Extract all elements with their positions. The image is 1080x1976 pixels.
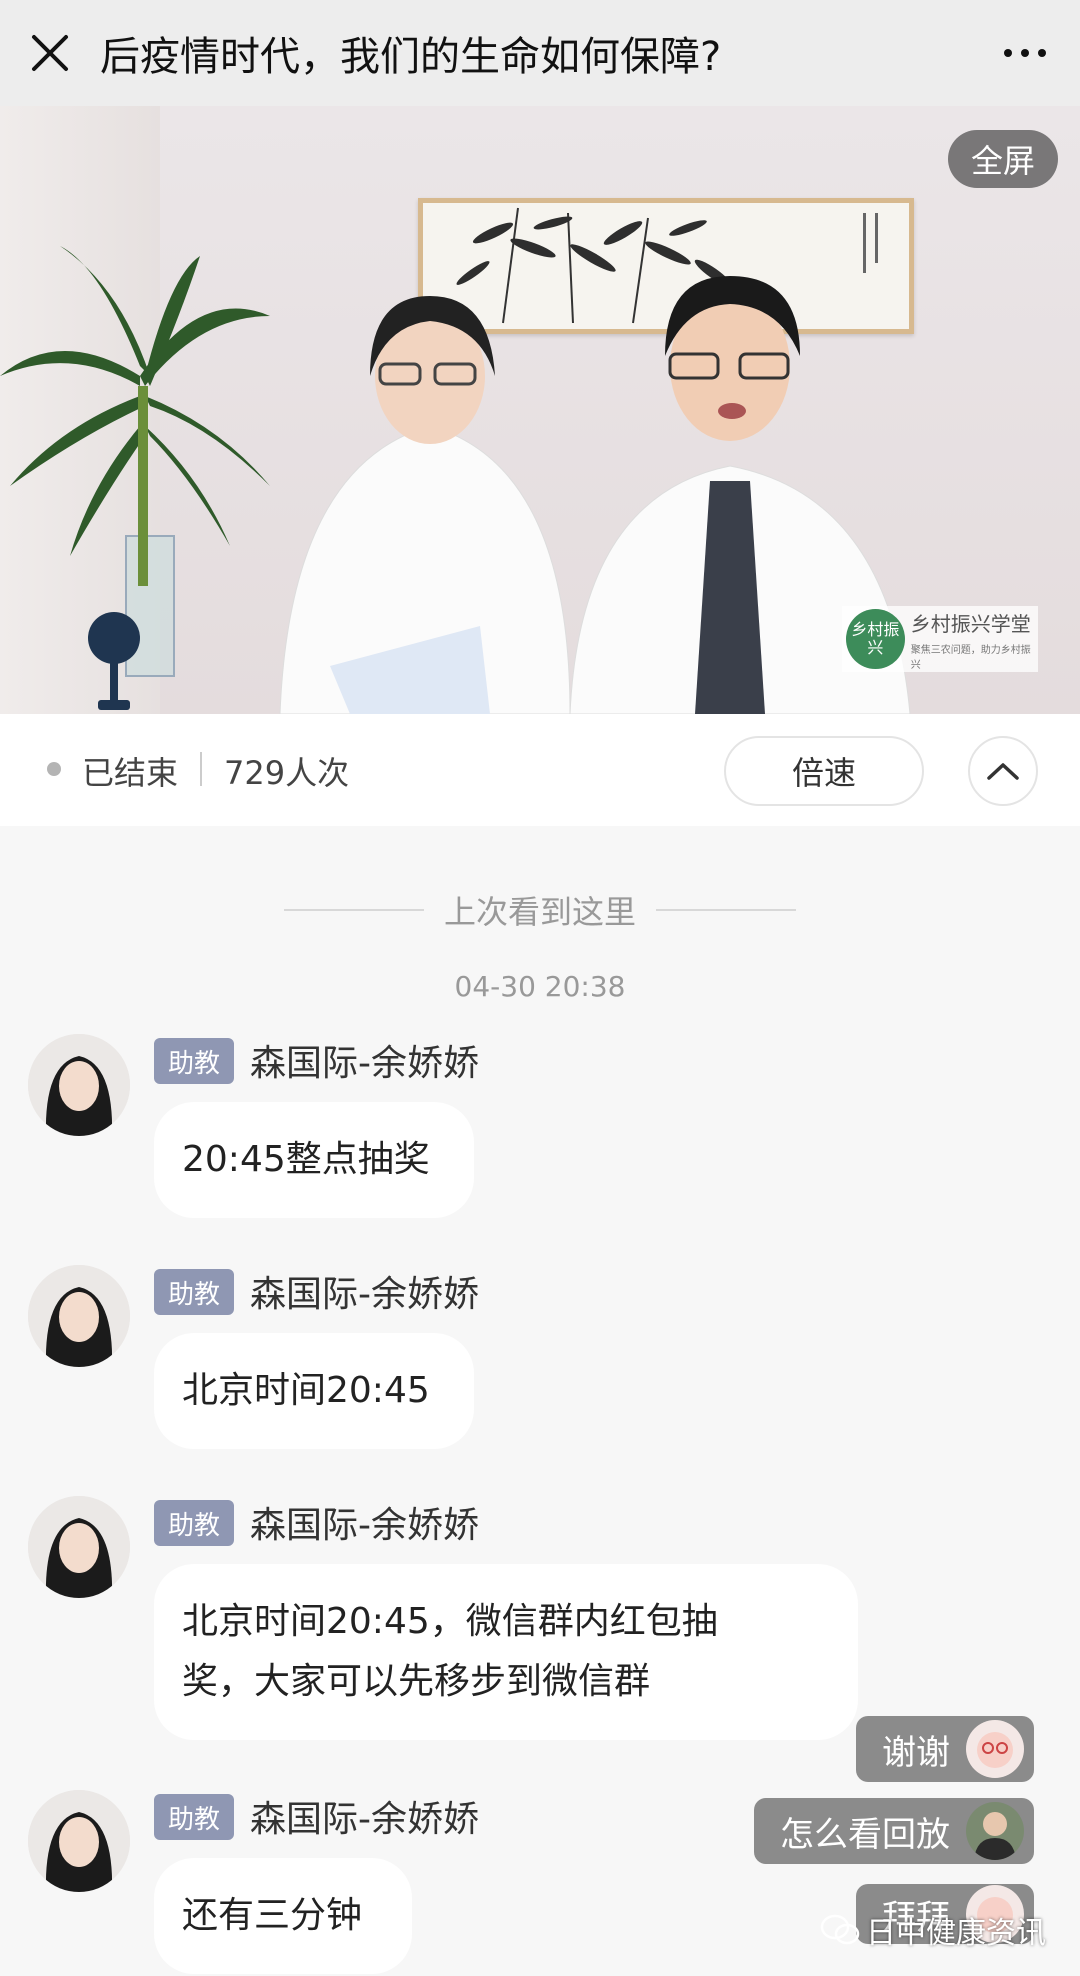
comment-text: 怎么看回放 [780,1814,950,1855]
comment-text: 谢谢 [882,1732,950,1773]
video-player[interactable]: 乡村振兴 乡村振兴学堂 聚焦三农问题，助力乡村振兴 全屏 [0,106,1080,714]
chat-message: 助教 森国际-余娇娇 北京时间20:45 [0,1265,1080,1455]
message-text: 还有三分钟 [182,1895,363,1936]
message-timestamp: 04-30 20:38 [454,970,626,1003]
watermark-text: 日中健康资讯 [866,1916,1046,1951]
live-status: 已结束 [82,754,179,792]
page-title: 后疫情时代，我们的生命如何保障? [100,34,722,80]
viewer-count: 729人次 [224,754,350,792]
dot-icon [1021,49,1029,57]
last-read-label: 上次看到这里 [443,893,636,931]
role-badge: 助教 [154,1794,234,1840]
chat-message: 助教 森国际-余娇娇 20:45整点抽奖 [0,1034,1080,1224]
divider-line [656,909,796,911]
sender-name: 森国际-余娇娇 [250,1799,479,1840]
role-badge: 助教 [154,1269,234,1315]
sender-name: 森国际-余娇娇 [250,1043,479,1084]
role-badge: 助教 [154,1500,234,1546]
floating-comment[interactable]: 谢谢 [856,1716,1034,1782]
chevron-up-icon [987,763,1019,780]
fullscreen-button[interactable]: 全屏 [948,130,1058,188]
floating-comment[interactable]: 怎么看回放 [754,1798,1034,1864]
message-bubble[interactable]: 北京时间20:45 [154,1333,474,1449]
logo-title: 乡村振兴学堂 [910,611,1031,636]
avatar[interactable] [28,1034,130,1136]
commenter-avatar [966,1802,1024,1860]
commenter-avatar [966,1720,1024,1778]
sender-name: 森国际-余娇娇 [250,1505,479,1546]
message-bubble[interactable]: 还有三分钟 [154,1858,412,1974]
divider-line [283,909,424,911]
dot-icon [1004,49,1012,57]
message-text: 北京时间20:45 [182,1370,430,1411]
logo-subtitle: 聚焦三农问题，助力乡村振兴 [910,644,1031,671]
sender-name: 森国际-余娇娇 [250,1274,479,1315]
message-bubble[interactable]: 北京时间20:45，微信群内红包抽 奖，大家可以先移步到微信群 [154,1564,858,1740]
dot-icon [1038,49,1046,57]
status-divider [200,752,202,786]
role-badge: 助教 [154,1038,234,1084]
collapse-button[interactable] [968,736,1038,806]
avatar[interactable] [28,1265,130,1367]
live-status-bar: 已结束 729人次 倍速 [0,714,1080,826]
logo-seal: 乡村振兴 [846,609,905,669]
message-text: 北京时间20:45，微信群内红包抽 [182,1601,718,1642]
desk-fan [88,612,140,710]
close-icon [32,35,68,71]
wechat-icon [820,1914,860,1945]
top-bar: 后疫情时代，我们的生命如何保障? [0,0,1080,106]
plant-illustration [0,246,270,677]
presenters-illustration [279,276,911,714]
source-watermark: 日中健康资讯 [820,1908,1046,1952]
last-read-divider: 上次看到这里 [0,880,1080,940]
more-options-button[interactable] [970,0,1080,106]
playback-speed-button[interactable]: 倍速 [724,736,924,806]
avatar[interactable] [28,1790,130,1892]
avatar[interactable] [28,1496,130,1598]
message-bubble[interactable]: 20:45整点抽奖 [154,1102,474,1218]
close-button[interactable] [0,0,100,106]
message-text: 奖，大家可以先移步到微信群 [182,1661,651,1702]
chat-message: 助教 森国际-余娇娇 北京时间20:45，微信群内红包抽 奖，大家可以先移步到微… [0,1496,1080,1746]
channel-logo: 乡村振兴 乡村振兴学堂 聚焦三农问题，助力乡村振兴 [842,606,1038,672]
status-dot-icon [47,762,61,776]
message-text: 20:45整点抽奖 [182,1139,430,1180]
